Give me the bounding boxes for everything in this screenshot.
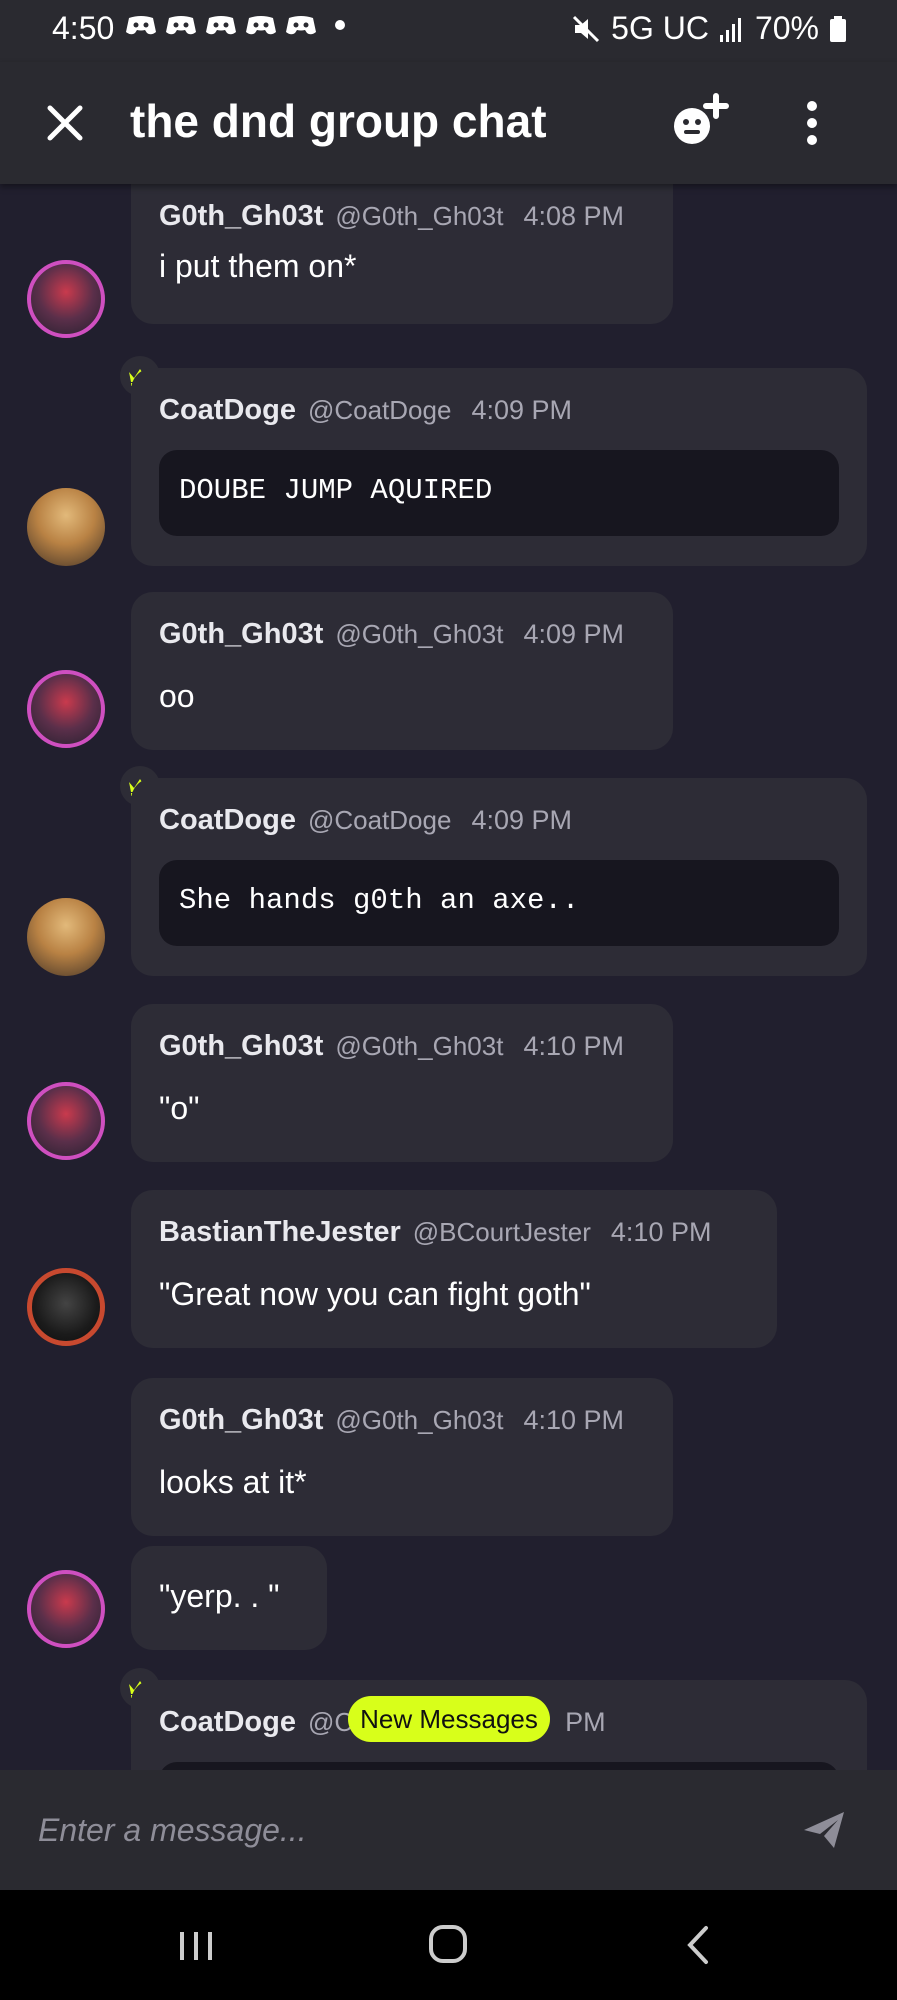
chat-header: the dnd group chat: [0, 62, 897, 184]
more-vertical-icon[interactable]: [790, 98, 834, 148]
message-text: looks at it*: [159, 1464, 307, 1500]
message-handle: @G0th_Gh03t: [335, 201, 504, 231]
message-handle: @G0th_Gh03t: [335, 1031, 504, 1061]
message-header: G0th_Gh03t @G0th_Gh03t 4:08 PM: [159, 200, 624, 233]
message-bubble[interactable]: CoatDoge @CoatDoge 4:09 PM DOUBE JUMP AQ…: [131, 368, 867, 566]
message-time: 4:09 PM: [471, 805, 572, 835]
home-icon[interactable]: [418, 1920, 478, 1970]
avatar-coatdoge[interactable]: [27, 898, 105, 976]
message-header: BastianTheJester @BCourtJester 4:10 PM: [159, 1216, 711, 1249]
message-handle: @C: [307, 1707, 354, 1737]
signal-icon: [719, 17, 741, 42]
message-text: oo: [159, 678, 195, 714]
message-bubble[interactable]: CoatDoge @CoatDoge 4:09 PM She hands g0t…: [131, 778, 867, 976]
message-time: 4:10 PM: [523, 1405, 624, 1435]
discord-icon: [166, 16, 196, 35]
message-input[interactable]: [38, 1800, 778, 1860]
message-handle: @CoatDoge: [307, 805, 452, 835]
close-icon[interactable]: [40, 98, 90, 148]
code-block: She hands g0th an axe..: [159, 860, 839, 946]
message-header: CoatDoge @CoatDoge 4:09 PM: [159, 804, 572, 837]
message-handle: @CoatDoge: [307, 395, 452, 425]
code-block: DOUBE JUMP AQUIRED: [159, 450, 839, 536]
send-icon[interactable]: [800, 1806, 848, 1854]
message-time: PM: [565, 1707, 606, 1737]
chat-title: the dnd group chat: [130, 95, 547, 147]
status-bar: 4:50 5G UC 70%: [0, 0, 897, 62]
message-bubble[interactable]: G0th_Gh03t @G0th_Gh03t 4:10 PM looks at …: [131, 1378, 673, 1536]
message-author[interactable]: BastianTheJester: [159, 1216, 401, 1249]
message-header: G0th_Gh03t @G0th_Gh03t 4:10 PM: [159, 1030, 624, 1063]
new-messages-button[interactable]: New Messages: [348, 1696, 550, 1742]
network-label: 5G UC: [611, 10, 709, 46]
discord-icon: [286, 16, 316, 35]
message-bubble[interactable]: G0th_Gh03t @G0th_Gh03t 4:10 PM "o": [131, 1004, 673, 1162]
android-nav-bar: [0, 1890, 897, 2000]
message-author[interactable]: CoatDoge: [159, 394, 296, 427]
avatar-goth[interactable]: [27, 670, 105, 748]
avatar-goth[interactable]: [27, 1082, 105, 1160]
mute-icon: [573, 15, 600, 42]
discord-icon: [206, 16, 236, 35]
code-text: DOUBE JUMP AQUIRED: [179, 474, 493, 507]
message-text: "Great now you can fight goth": [159, 1276, 591, 1312]
message-time: 4:10 PM: [523, 1031, 624, 1061]
message-handle: @G0th_Gh03t: [335, 619, 504, 649]
code-block: [159, 1762, 839, 1770]
message-time: 4:08 PM: [523, 201, 624, 231]
message-list[interactable]: G0th_Gh03t @G0th_Gh03t 4:08 PM i put the…: [0, 184, 897, 1770]
message-bubble[interactable]: G0th_Gh03t @G0th_Gh03t 4:09 PM oo: [131, 592, 673, 750]
avatar-bastian[interactable]: [27, 1268, 105, 1346]
message-author[interactable]: G0th_Gh03t: [159, 618, 323, 651]
back-icon[interactable]: [670, 1920, 730, 1970]
message-author[interactable]: CoatDoge: [159, 804, 296, 837]
message-time: 4:09 PM: [523, 619, 624, 649]
message-time: 4:10 PM: [610, 1217, 712, 1247]
discord-icon: [126, 16, 156, 35]
message-author[interactable]: CoatDoge: [159, 1706, 296, 1739]
message-bubble[interactable]: BastianTheJester @BCourtJester 4:10 PM "…: [131, 1190, 777, 1348]
message-header: G0th_Gh03t @G0th_Gh03t 4:09 PM: [159, 618, 624, 651]
status-time: 4:50: [52, 10, 115, 46]
dot-icon: [335, 20, 345, 30]
battery-label: 70%: [754, 10, 819, 46]
message-header: CoatDoge @CoatDoge 4:09 PM: [159, 394, 572, 427]
avatar-goth[interactable]: [27, 260, 105, 338]
recent-apps-icon[interactable]: [166, 1920, 226, 1970]
message-text: "yerp. . ": [159, 1578, 280, 1614]
notification-icons: [125, 14, 345, 36]
avatar-coatdoge[interactable]: [27, 488, 105, 566]
message-time: 4:09 PM: [471, 395, 572, 425]
composer: [0, 1770, 897, 1890]
status-right: 5G UC 70%: [571, 10, 847, 47]
message-text: "o": [159, 1090, 200, 1126]
message-header: G0th_Gh03t @G0th_Gh03t 4:10 PM: [159, 1404, 624, 1437]
message-author[interactable]: G0th_Gh03t: [159, 200, 323, 233]
code-text: She hands g0th an axe..: [179, 884, 580, 917]
message-bubble[interactable]: G0th_Gh03t @G0th_Gh03t 4:08 PM i put the…: [131, 184, 673, 324]
message-handle: @G0th_Gh03t: [335, 1405, 504, 1435]
avatar-goth[interactable]: [27, 1570, 105, 1648]
message-bubble-followup[interactable]: "yerp. . ": [131, 1546, 327, 1650]
discord-icon: [246, 16, 276, 35]
message-author[interactable]: G0th_Gh03t: [159, 1030, 323, 1063]
message-handle: @BCourtJester: [412, 1217, 591, 1247]
add-member-icon[interactable]: [668, 90, 732, 154]
battery-icon: [830, 15, 846, 42]
message-author[interactable]: G0th_Gh03t: [159, 1404, 323, 1437]
message-text: i put them on*: [159, 248, 357, 284]
